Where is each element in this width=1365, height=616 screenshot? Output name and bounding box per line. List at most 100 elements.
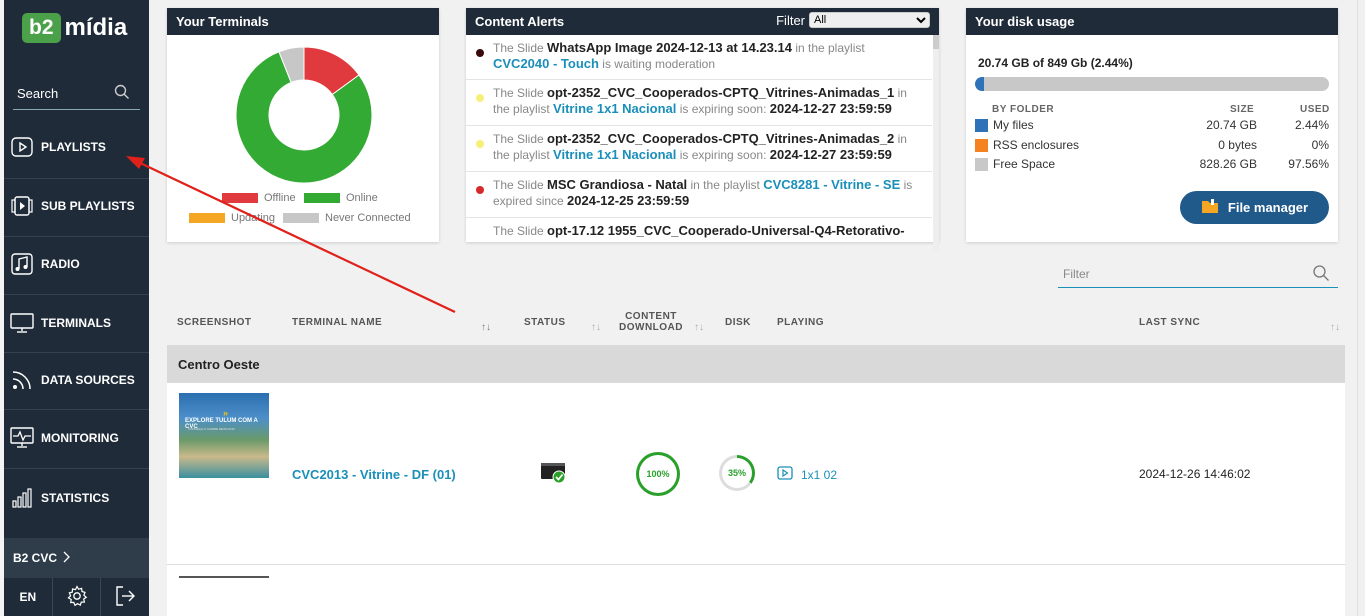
playing-playlist-name: 1x1 02 bbox=[801, 467, 838, 482]
column-header-screenshot: SCREENSHOT bbox=[177, 317, 252, 328]
alert-text: is expiring soon: bbox=[676, 102, 770, 116]
playing-playlist-link[interactable]: 1x1 02 bbox=[777, 466, 837, 483]
alerts-scrollbar-thumb[interactable] bbox=[933, 35, 939, 49]
alert-date: 2024-12-27 23:59:59 bbox=[769, 147, 892, 162]
disk-row-rss-enclosures: RSS enclosures 0 bytes 0% bbox=[975, 137, 1329, 153]
alert-date: 2024-12-27 23:59:59 bbox=[769, 101, 892, 116]
disk-row-name: My files bbox=[993, 118, 1034, 132]
alert-playlist-link[interactable]: Vitrine 1x1 Nacional bbox=[553, 101, 676, 116]
terminals-filter-input[interactable]: Filter bbox=[1058, 262, 1338, 288]
alert-playlist-link[interactable]: Vitrine 1x1 Nacional bbox=[553, 147, 676, 162]
content-download-value: 100% bbox=[646, 469, 670, 479]
language-label: EN bbox=[19, 590, 37, 604]
gear-icon bbox=[66, 584, 88, 610]
column-header-last-sync[interactable]: LAST SYNC bbox=[1139, 317, 1200, 328]
alert-status-dot bbox=[476, 94, 484, 102]
disk-usage-title: Your disk usage bbox=[966, 8, 1338, 35]
alert-text: in the playlist bbox=[791, 41, 865, 55]
search-icon[interactable] bbox=[1312, 264, 1330, 285]
last-sync-time: 2024-12-26 14:46:02 bbox=[1139, 467, 1251, 481]
table-group-row[interactable]: Centro Oeste bbox=[167, 345, 1345, 383]
alert-text: The Slide bbox=[493, 224, 548, 238]
sidebar-item-playlists[interactable]: PLAYLISTS bbox=[10, 127, 149, 167]
sidebar-item-radio[interactable]: RADIO bbox=[10, 244, 149, 284]
disk-header-used: USED bbox=[1300, 104, 1330, 115]
legend-swatch bbox=[304, 193, 340, 203]
table-row bbox=[167, 565, 1345, 616]
legend-item-updating: Updating bbox=[189, 212, 275, 224]
sub-playlists-icon bbox=[10, 194, 34, 218]
alerts-list: The Slide WhatsApp Image 2024-12-13 at 1… bbox=[466, 35, 932, 250]
disk-usage-bar bbox=[975, 77, 1329, 91]
sidebar-search[interactable]: Search bbox=[13, 80, 140, 110]
sidebar-item-label: MONITORING bbox=[41, 431, 119, 445]
alert-text: The Slide bbox=[493, 86, 548, 100]
terminal-screenshot[interactable]: » EXPLORE TULUM COM A CVC CONHEÇA O CARI… bbox=[179, 393, 269, 478]
column-header-status[interactable]: STATUS bbox=[524, 317, 566, 328]
play-square-icon bbox=[10, 135, 34, 159]
sidebar-item-monitoring[interactable]: MONITORING bbox=[10, 418, 149, 458]
disk-row-size: 20.74 GB bbox=[1206, 118, 1257, 132]
language-button[interactable]: EN bbox=[4, 578, 53, 616]
sidebar-item-sub-playlists[interactable]: SUB PLAYLISTS bbox=[10, 186, 149, 226]
folder-icon bbox=[1201, 198, 1219, 217]
disk-row-name: RSS enclosures bbox=[993, 138, 1080, 152]
terminal-name-link[interactable]: CVC2013 - Vitrine - DF (01) bbox=[292, 467, 456, 482]
content-alerts-title: Content Alerts bbox=[475, 14, 565, 29]
sidebar-item-terminals[interactable]: TERMINALS bbox=[10, 303, 149, 343]
disk-usage-fill bbox=[975, 77, 984, 91]
table-row[interactable]: » EXPLORE TULUM COM A CVC CONHEÇA O CARI… bbox=[167, 383, 1345, 565]
disk-row-name: Free Space bbox=[993, 157, 1056, 171]
disk-usage-card: Your disk usage 20.74 GB of 849 Gb (2.44… bbox=[966, 8, 1338, 242]
alerts-filter-select[interactable]: All bbox=[809, 12, 930, 28]
disk-row-free-space: Free Space 828.26 GB 97.56% bbox=[975, 156, 1329, 172]
divider bbox=[4, 294, 149, 295]
sort-icon[interactable]: ↑↓ bbox=[481, 322, 491, 333]
settings-button[interactable] bbox=[53, 578, 102, 616]
file-manager-button[interactable]: File manager bbox=[1180, 191, 1329, 224]
heartbeat-monitor-icon bbox=[10, 426, 34, 450]
disk-row-used: 97.56% bbox=[1288, 157, 1329, 171]
divider bbox=[4, 352, 149, 353]
sort-icon[interactable]: ↑↓ bbox=[1330, 322, 1340, 333]
disk-header-size: SIZE bbox=[1230, 104, 1255, 115]
alert-item: The Slide opt-2352_CVC_Cooperados-CPTQ_V… bbox=[466, 80, 932, 126]
chevron-right-icon bbox=[63, 551, 71, 566]
column-header-disk[interactable]: DISK bbox=[725, 317, 751, 328]
sort-icon[interactable]: ↑↓ bbox=[694, 322, 704, 333]
alert-item: The Slide opt-17.12 1955_CVC_Cooperado-U… bbox=[466, 218, 932, 250]
search-icon[interactable] bbox=[114, 84, 130, 103]
alerts-scrollbar[interactable] bbox=[933, 35, 939, 250]
filter-placeholder: Filter bbox=[1063, 267, 1090, 281]
column-header-content-download[interactable]: CONTENT DOWNLOAD bbox=[619, 311, 683, 333]
alert-playlist-link[interactable]: CVC2040 - Touch bbox=[493, 56, 599, 71]
sidebar-item-statistics[interactable]: STATISTICS bbox=[10, 478, 149, 518]
alert-playlist-link[interactable]: CVC8281 - Vitrine - SE bbox=[763, 177, 900, 192]
logout-button[interactable] bbox=[101, 578, 149, 616]
column-header-line: DOWNLOAD bbox=[619, 322, 683, 333]
org-switcher[interactable]: B2 CVC bbox=[4, 538, 149, 578]
sidebar-footer: EN bbox=[4, 578, 149, 616]
alert-text: The Slide bbox=[493, 132, 548, 146]
divider bbox=[4, 178, 149, 179]
alert-text: is waiting moderation bbox=[598, 57, 716, 71]
disk-swatch bbox=[975, 119, 988, 132]
alert-item: The Slide WhatsApp Image 2024-12-13 at 1… bbox=[466, 35, 932, 80]
disk-swatch bbox=[975, 139, 988, 152]
legend-item-never-connected: Never Connected bbox=[283, 212, 411, 224]
column-header-terminal-name[interactable]: TERMINAL NAME bbox=[292, 317, 382, 328]
divider bbox=[4, 236, 149, 237]
logo[interactable]: b2 mídia bbox=[22, 10, 127, 46]
disk-row-my-files: My files 20.74 GB 2.44% bbox=[975, 117, 1329, 133]
legend-swatch bbox=[189, 213, 225, 223]
sidebar-item-data-sources[interactable]: DATA SOURCES bbox=[10, 360, 149, 400]
disk-usage-value: 35% bbox=[727, 468, 746, 478]
sort-icon[interactable]: ↑↓ bbox=[591, 322, 601, 333]
disk-usage-progress: 35% bbox=[719, 455, 755, 491]
search-placeholder: Search bbox=[17, 86, 59, 101]
terminal-online-status-icon bbox=[540, 462, 568, 491]
page-scrollbar[interactable] bbox=[1357, 0, 1365, 616]
content-download-progress: 100% bbox=[636, 452, 680, 496]
alert-status-dot bbox=[476, 140, 484, 148]
alert-text: in the playlist bbox=[687, 178, 764, 192]
